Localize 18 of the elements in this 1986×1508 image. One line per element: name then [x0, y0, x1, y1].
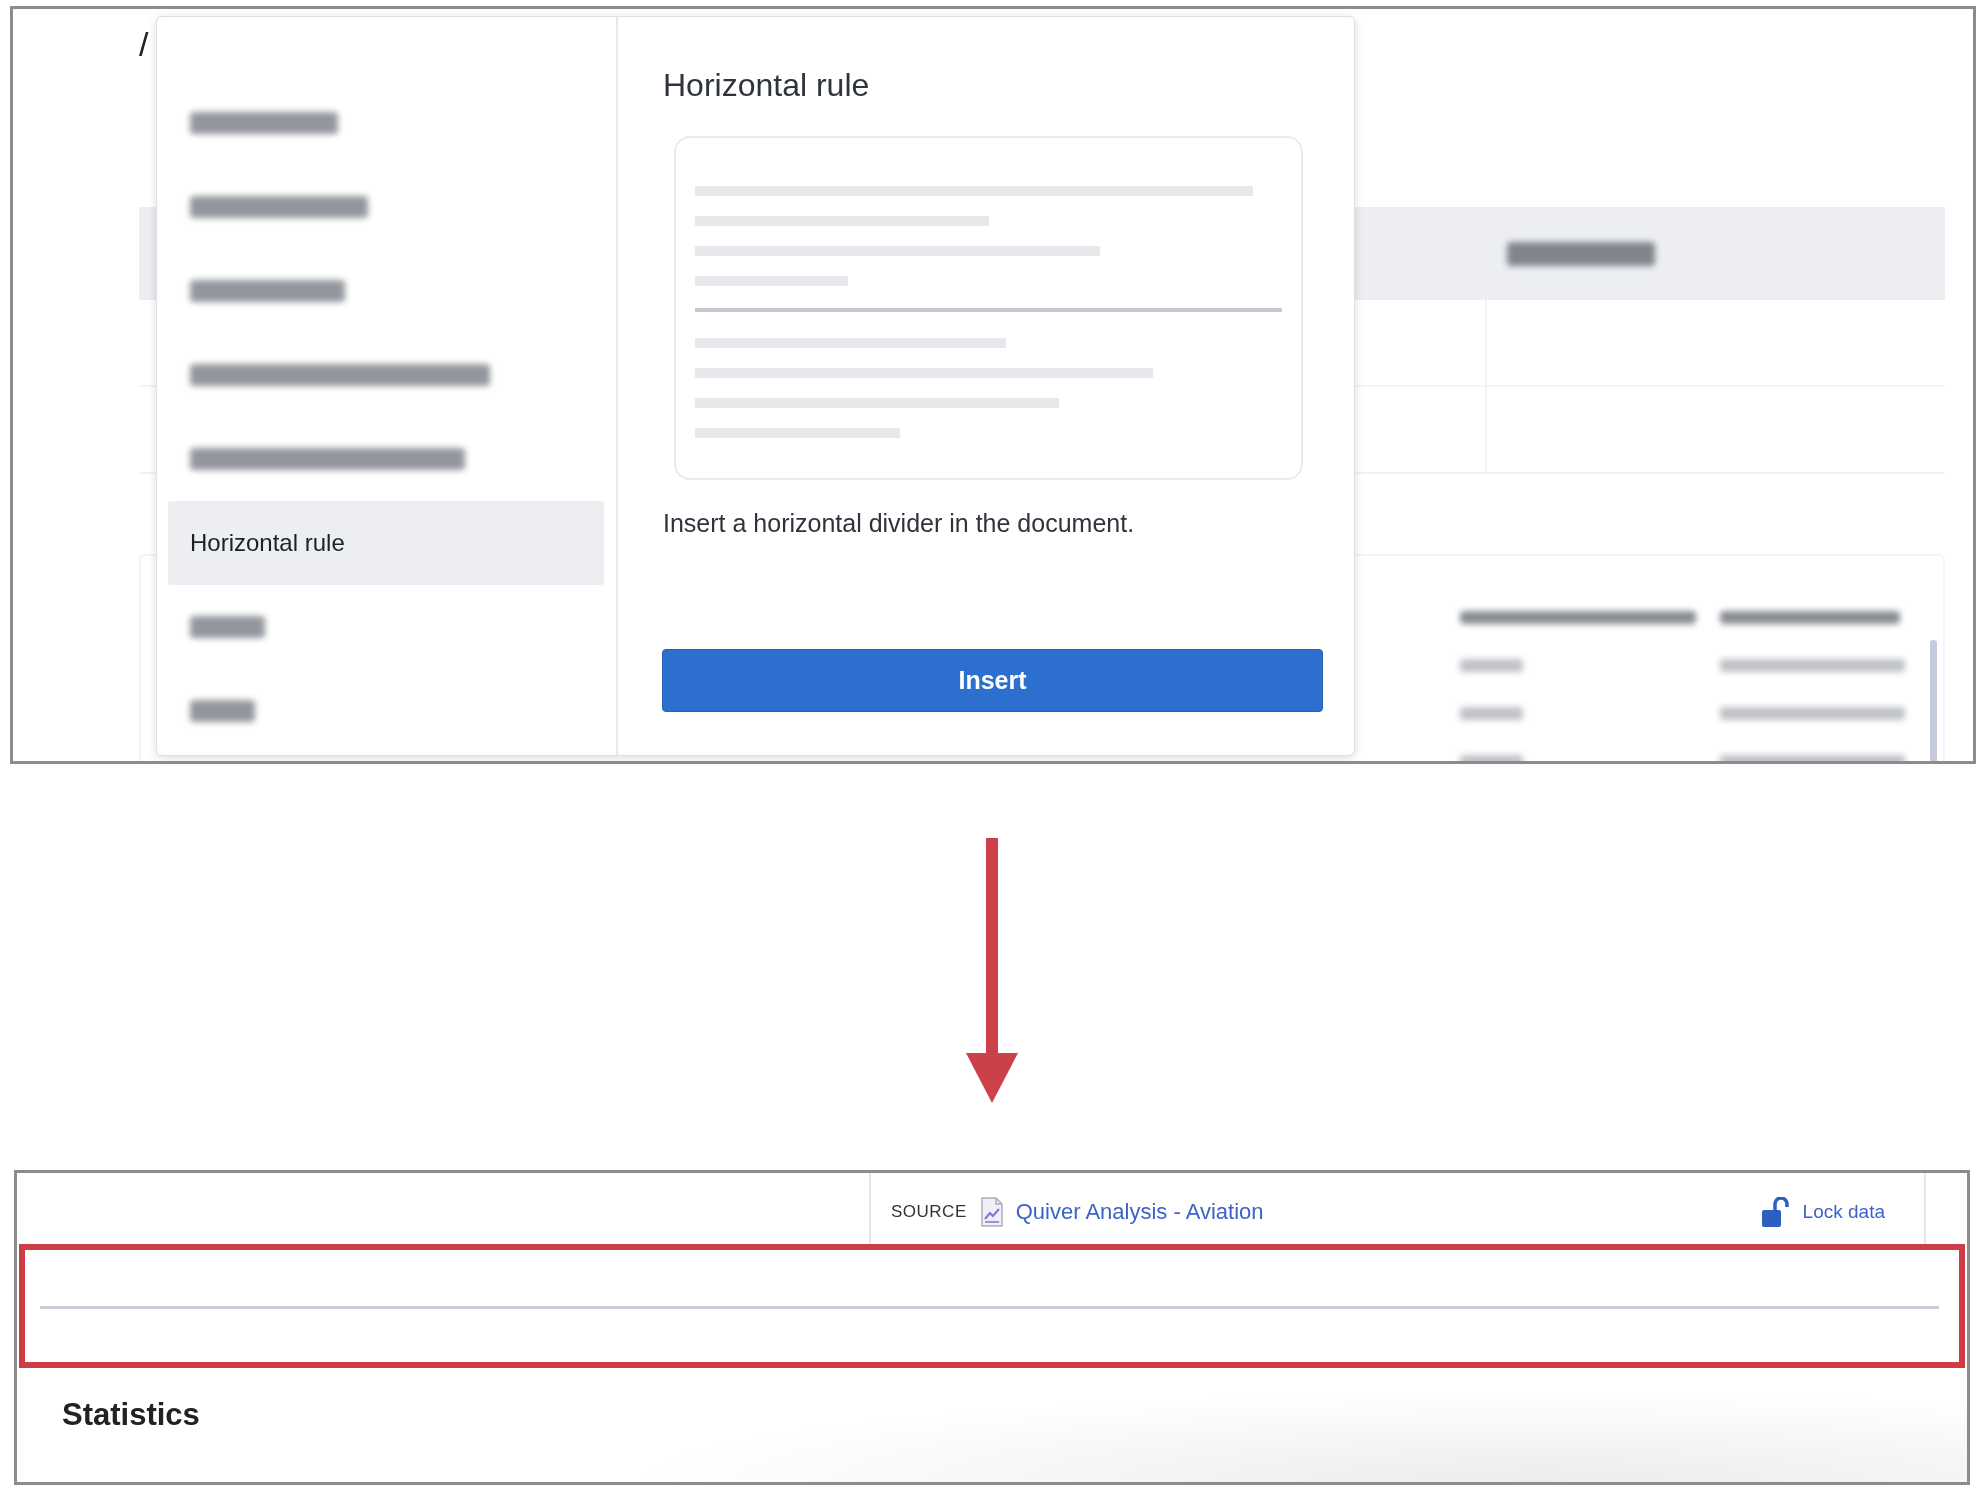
scrollbar-thumb[interactable]	[1930, 640, 1937, 761]
blurred-menu-item[interactable]	[190, 196, 368, 218]
section-heading: Statistics	[62, 1397, 200, 1433]
chart-document-icon	[980, 1196, 1003, 1227]
source-link[interactable]: Quiver Analysis - Aviation	[1015, 1198, 1264, 1225]
blurred-menu-item[interactable]	[190, 448, 465, 470]
breadcrumb-separator: /	[139, 25, 149, 63]
source-label: SOURCE	[891, 1201, 967, 1222]
blurred-menu-item[interactable]	[190, 112, 338, 134]
blurred-menu-item[interactable]	[190, 280, 345, 302]
preview-title: Horizontal rule	[663, 66, 870, 105]
insert-button[interactable]: Insert	[662, 649, 1323, 712]
blurred-menu-item[interactable]	[190, 364, 490, 386]
lock-data-button[interactable]: Lock data	[1761, 1196, 1885, 1227]
blurred-menu-item[interactable]	[190, 616, 265, 638]
blurred-menu-item[interactable]	[190, 700, 255, 722]
menu-item[interactable]: Horizontal rule	[168, 501, 604, 585]
preview-description: Insert a horizontal divider in the document.	[663, 508, 1135, 539]
